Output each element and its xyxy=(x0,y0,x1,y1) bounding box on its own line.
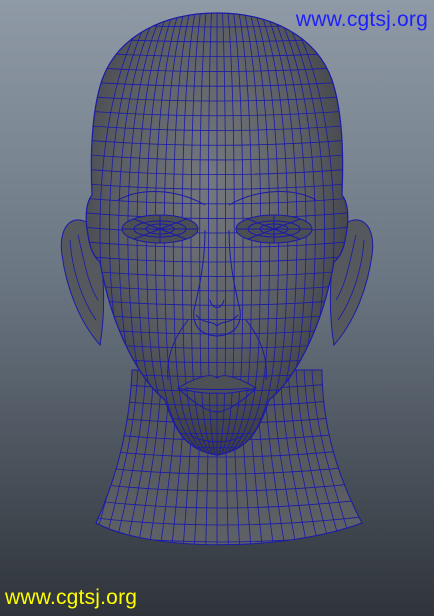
watermark-top: www.cgtsj.org xyxy=(295,8,428,31)
3d-viewport[interactable]: www.cgtsj.org www.cgtsj.org xyxy=(0,0,434,616)
watermark-bottom: www.cgtsj.org xyxy=(5,586,138,609)
head-mesh xyxy=(60,12,374,546)
